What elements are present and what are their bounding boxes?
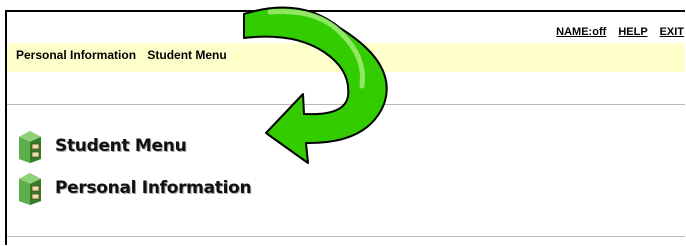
menu-item-label: Student Menu [55, 136, 187, 156]
exit-link[interactable]: EXIT [660, 26, 684, 38]
name-toggle-link[interactable]: NAME:off [556, 26, 606, 38]
breadcrumb-personal-information[interactable]: Personal Information [16, 48, 136, 62]
menu-item-personal-information[interactable]: Personal Information [19, 170, 252, 206]
breadcrumb: Personal Information Student Menu [7, 43, 685, 72]
help-link[interactable]: HELP [618, 26, 647, 38]
top-links: NAME:off HELP EXIT [556, 26, 684, 38]
cabinet-icon [19, 131, 41, 163]
cabinet-icon [19, 173, 41, 205]
page-frame: NAME:off HELP EXIT Personal Information … [5, 10, 685, 245]
top-divider [7, 104, 685, 105]
bottom-divider [7, 236, 685, 237]
menu-item-label: Personal Information [55, 178, 252, 198]
menu-item-student-menu[interactable]: Student Menu [19, 128, 187, 164]
breadcrumb-student-menu[interactable]: Student Menu [147, 48, 226, 62]
